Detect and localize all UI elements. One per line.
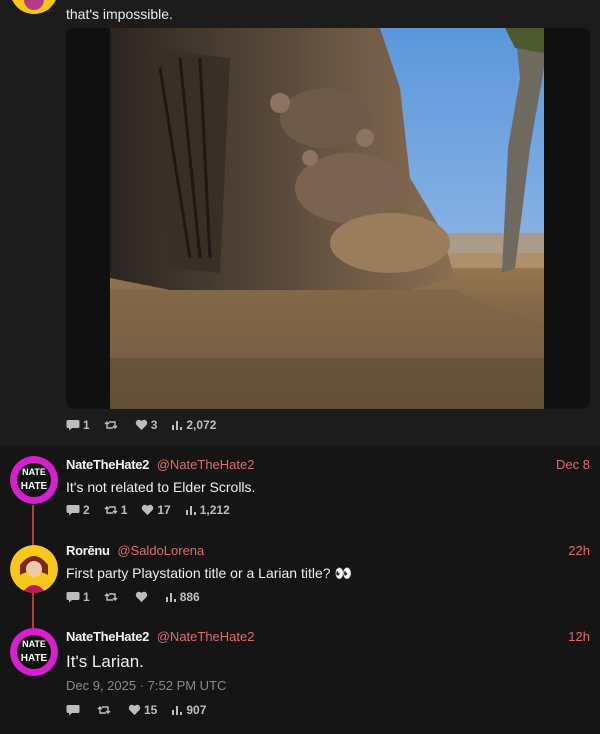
post-text: First party Playstation title or a Laria…: [66, 565, 352, 581]
avatar[interactable]: NATE HATE: [10, 456, 58, 504]
sculpture-photo: [110, 28, 544, 409]
like-button[interactable]: 3: [135, 418, 158, 432]
post-stats: 2 1 17 1,212: [66, 503, 244, 517]
post-reply[interactable]: NATE HATE NateTheHate2 @NateTheHate2 Dec…: [0, 446, 600, 532]
svg-text:NATE: NATE: [22, 639, 46, 649]
post-stats: 15 907: [66, 703, 220, 717]
heart-icon: [135, 591, 147, 602]
avatar[interactable]: NATE HATE: [10, 628, 58, 676]
reply-button[interactable]: [66, 704, 83, 716]
reply-count: 1: [83, 418, 90, 432]
view-count: 907: [186, 703, 207, 717]
repost-icon: [97, 706, 111, 714]
svg-text:HATE: HATE: [21, 481, 48, 492]
post-time[interactable]: 12h: [568, 629, 590, 644]
author-name[interactable]: Rorēnu: [66, 543, 110, 558]
svg-text:HATE: HATE: [21, 653, 48, 664]
like-button[interactable]: [135, 591, 151, 603]
svg-text:NATE: NATE: [22, 467, 46, 477]
bar-chart-icon: [165, 593, 176, 602]
post-text: It's Larian.: [66, 652, 144, 671]
views-stat[interactable]: 2,072: [171, 418, 216, 432]
repost-button[interactable]: [104, 591, 121, 603]
views-stat[interactable]: 1,212: [185, 503, 230, 517]
reply-count: 1: [83, 590, 90, 604]
author-handle[interactable]: @SaldoLorena: [117, 543, 204, 558]
avatar[interactable]: [10, 545, 58, 593]
heart-icon: [142, 504, 154, 515]
post-stats: 1 3 2,072: [66, 418, 230, 432]
view-count: 1,212: [199, 503, 230, 517]
post-text: It's not related to Elder Scrolls.: [66, 479, 256, 495]
heart-icon: [135, 419, 147, 430]
post-stats: 1 886: [66, 590, 214, 604]
author-handle[interactable]: @NateTheHate2: [157, 629, 255, 644]
reply-count: 2: [83, 503, 90, 517]
comment-icon: [66, 592, 80, 603]
post-time[interactable]: 22h: [568, 543, 590, 558]
repost-button[interactable]: [104, 419, 121, 431]
bar-chart-icon: [172, 421, 183, 430]
views-stat[interactable]: 907: [171, 703, 206, 717]
heart-icon: [128, 704, 141, 715]
post-text: that's impossible.: [66, 6, 173, 22]
repost-button[interactable]: [97, 704, 114, 716]
like-count: 3: [150, 418, 158, 432]
reply-button[interactable]: 2: [66, 503, 90, 517]
post-focused[interactable]: NATE HATE NateTheHate2 @NateTheHate2 12h…: [0, 618, 600, 734]
like-button[interactable]: 15: [128, 703, 157, 717]
repost-icon: [104, 593, 118, 601]
author-name[interactable]: NateTheHate2: [66, 629, 149, 644]
author-name[interactable]: NateTheHate2: [66, 457, 149, 472]
post-reply[interactable]: Rorēnu @SaldoLorena 22h First party Play…: [0, 532, 600, 618]
bar-chart-icon: [185, 506, 196, 515]
comment-icon: [66, 420, 80, 431]
view-count: 886: [179, 590, 200, 604]
repost-icon: [104, 421, 118, 429]
like-count: 17: [157, 503, 171, 517]
repost-count: 1: [120, 503, 128, 517]
author-handle[interactable]: @NateTheHate2: [157, 457, 255, 472]
views-stat[interactable]: 886: [165, 590, 200, 604]
post-image[interactable]: that's impossible. 1 3 2,072: [0, 0, 600, 446]
post-date[interactable]: Dec 9, 2025 · 7:52 PM UTC: [66, 678, 226, 693]
comment-icon: [66, 505, 80, 516]
post-time[interactable]: Dec 8: [556, 457, 590, 472]
view-count: 2,072: [186, 418, 217, 432]
bar-chart-icon: [172, 706, 183, 715]
reply-button[interactable]: 1: [66, 590, 90, 604]
comment-icon: [66, 705, 80, 716]
like-button[interactable]: 17: [141, 503, 171, 517]
post-media[interactable]: [66, 28, 590, 409]
repost-icon: [104, 506, 118, 514]
avatar[interactable]: [10, 0, 58, 14]
repost-button[interactable]: 1: [104, 503, 128, 517]
reply-button[interactable]: 1: [66, 418, 90, 432]
like-count: 15: [144, 703, 158, 717]
